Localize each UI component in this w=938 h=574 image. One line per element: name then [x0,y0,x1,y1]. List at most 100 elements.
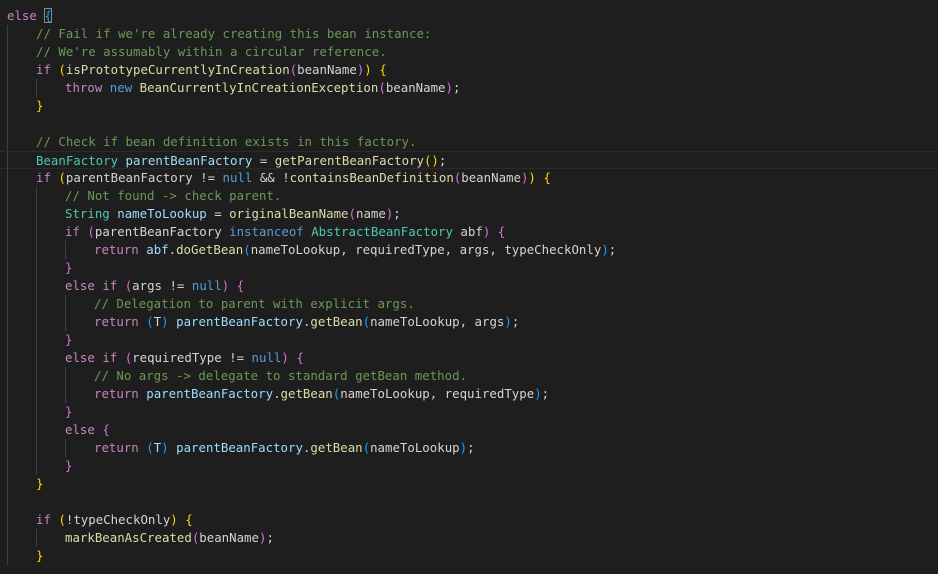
indent-guide [7,205,8,223]
code-text: String nameToLookup = originalBeanName(n… [65,205,401,223]
code-token: } [36,476,44,491]
code-token: ) [161,314,169,329]
code-line[interactable]: } [0,97,938,115]
code-line[interactable]: // Check if bean definition exists in th… [0,133,938,151]
code-line[interactable]: return (T) parentBeanFactory.getBean(nam… [0,439,938,457]
code-token: ; [393,206,401,221]
indent-guide [7,403,8,421]
code-token: if [36,62,51,77]
indent-guide [7,511,8,529]
code-token: ) [459,440,468,455]
code-line[interactable]: if (!typeCheckOnly) { [0,511,938,529]
code-token: beanName [199,530,259,545]
code-text: } [65,457,72,475]
code-token: { [296,350,304,365]
code-token: BeanCurrentlyInCreationException [139,80,379,95]
indent-guide [36,529,37,547]
code-token: // Delegation to parent with explicit ar… [94,296,415,311]
code-line[interactable] [0,115,938,133]
code-token: ( [58,170,66,185]
indent-guide [36,223,37,241]
indent-guide [36,187,37,205]
code-token: ) [601,242,609,257]
code-line[interactable]: return parentBeanFactory.getBean(nameToL… [0,385,938,403]
code-token: ( [87,224,95,239]
indent-guide [7,349,8,367]
code-line[interactable]: String nameToLookup = originalBeanName(n… [0,205,938,223]
code-line[interactable]: throw new BeanCurrentlyInCreationExcepti… [0,79,938,97]
code-line[interactable]: // Fail if we're already creating this b… [0,25,938,43]
code-token: } [65,332,73,347]
code-token: ; [467,440,475,455]
code-line[interactable]: BeanFactory parentBeanFactory = getParen… [0,151,938,170]
code-line[interactable]: else if (requiredType != null) { [0,349,938,367]
code-token: nameToLookup [117,206,207,221]
code-line[interactable]: } [0,457,938,475]
code-token: requiredType != [132,350,252,365]
code-token: = [252,153,275,168]
code-line[interactable]: else { [0,7,938,25]
code-token: else [7,8,37,23]
code-line[interactable]: // No args -> delegate to standard getBe… [0,367,938,385]
code-text: // We're assumably within a circular ref… [36,43,387,61]
code-editor[interactable]: else {// Fail if we're already creating … [0,0,938,574]
indent-guide [36,313,37,331]
code-line[interactable]: } [0,331,938,349]
code-token: { [44,8,52,23]
code-token: instanceof [229,224,304,239]
code-text: } [65,403,72,421]
code-text: else if (requiredType != null) { [65,349,304,367]
code-text: // Delegation to parent with explicit ar… [94,295,415,313]
code-line[interactable]: } [0,547,938,565]
code-line[interactable]: else if (args != null) { [0,277,938,295]
code-token: isPrototypeCurrentlyInCreation [65,62,290,77]
code-token: containsBeanDefinition [289,170,454,185]
code-line[interactable]: if (parentBeanFactory != null && !contai… [0,169,938,187]
code-text: markBeanAsCreated(beanName); [65,529,274,547]
code-token: beanName [461,170,521,185]
code-token: markBeanAsCreated [65,530,192,545]
code-token: return [94,440,139,455]
code-token: AbstractBeanFactory [311,224,453,239]
indent-guide [36,403,37,421]
code-token: // Check if bean definition exists in th… [36,134,417,149]
code-line[interactable]: return abf.doGetBean(nameToLookup, requi… [0,241,938,259]
indent-guide [7,277,8,295]
indent-guide [65,295,66,313]
code-line[interactable]: markBeanAsCreated(beanName); [0,529,938,547]
code-line[interactable]: } [0,259,938,277]
code-token: ; [608,242,617,257]
code-line[interactable]: return (T) parentBeanFactory.getBean(nam… [0,313,938,331]
code-token: getBean [310,314,363,329]
code-line[interactable]: } [0,475,938,493]
code-line[interactable]: } [0,403,938,421]
code-line[interactable]: if (isPrototypeCurrentlyInCreation(beanN… [0,61,938,79]
code-token: else [65,422,95,437]
code-token: ; [541,386,550,401]
code-token: return [94,242,139,257]
code-token: if [36,512,51,527]
code-token: beanName [385,80,446,95]
code-token: ; [511,314,520,329]
code-token: { [185,512,193,527]
code-line[interactable]: if (parentBeanFactory instanceof Abstrac… [0,223,938,241]
code-token: null [251,350,282,365]
code-line[interactable]: // Delegation to parent with explicit ar… [0,295,938,313]
code-text: return parentBeanFactory.getBean(nameToL… [94,385,549,403]
indent-guide [7,313,8,331]
code-line[interactable]: else { [0,421,938,439]
code-text: if (parentBeanFactory instanceof Abstrac… [65,223,505,241]
code-line[interactable]: // Not found -> check parent. [0,187,938,205]
code-line[interactable] [0,493,938,511]
indent-guide [65,385,66,403]
indent-guide [65,241,66,259]
code-token: parentBeanFactory != [65,170,223,185]
code-line[interactable]: // We're assumably within a circular ref… [0,43,938,61]
code-token: return [94,386,139,401]
indent-guide [7,187,8,205]
indent-guide [36,79,37,97]
